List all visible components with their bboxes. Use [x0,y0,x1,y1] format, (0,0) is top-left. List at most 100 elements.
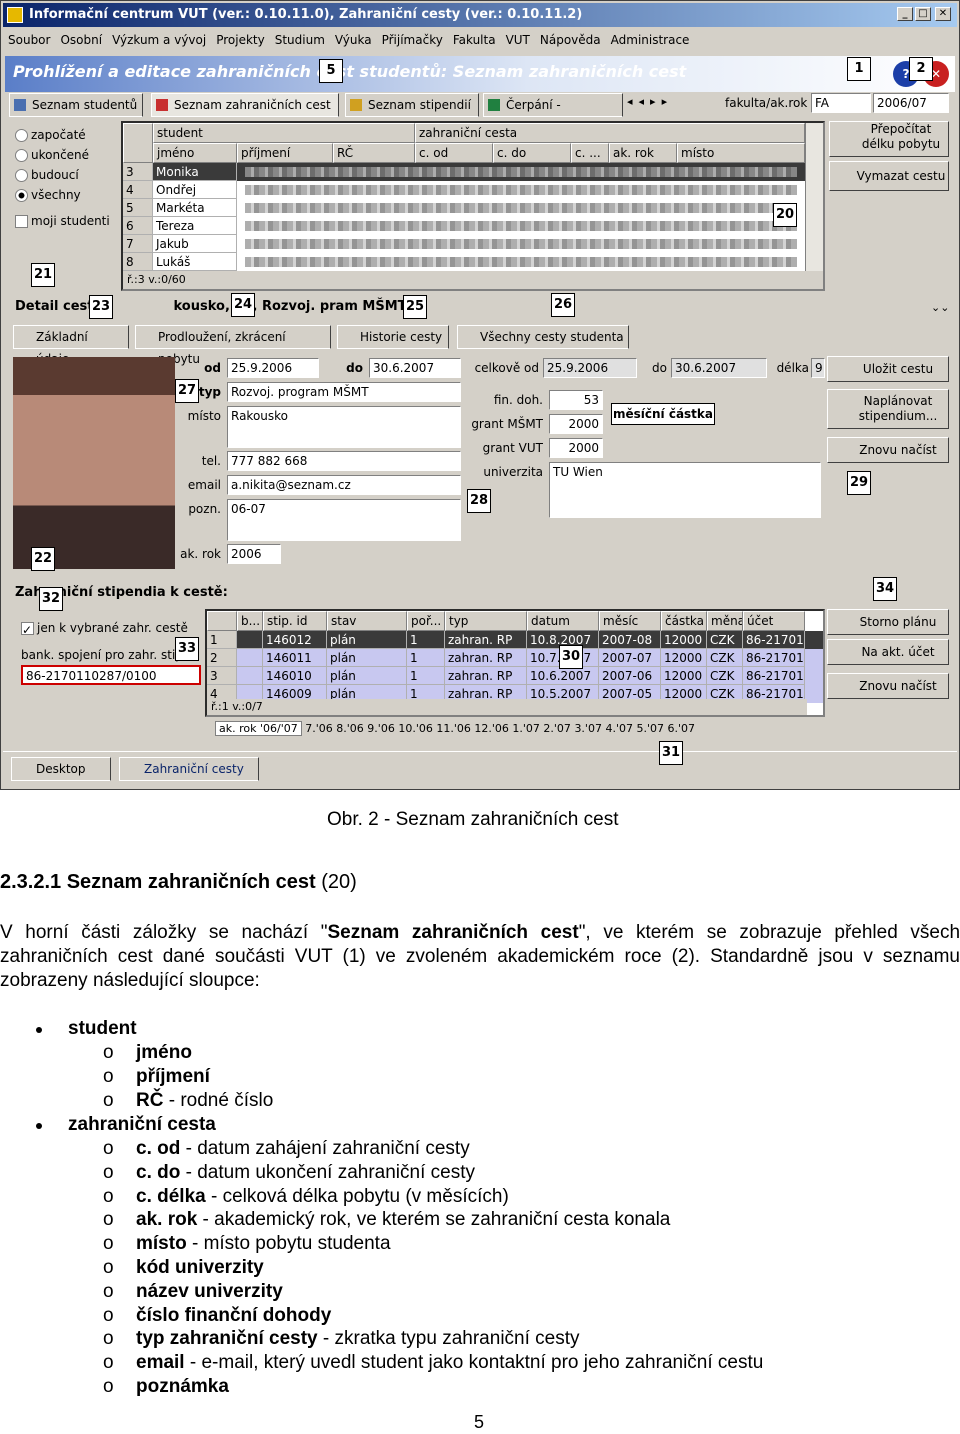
bank-label: bank. spojení pro zahr. stipe [21,648,191,662]
menu-item[interactable]: Fakulta [453,33,496,47]
reload-button[interactable]: Znovu načíst [827,437,949,463]
callout: 2 [909,57,933,81]
col-rc[interactable]: RČ [333,143,415,163]
current-account-button[interactable]: Na akt. účet [827,639,949,665]
bank-field[interactable]: 86-2170110287/0100 [21,665,201,685]
menu-item[interactable]: Osobní [60,33,102,47]
window-title: Informační centrum VUT (ver.: 0.10.11.0)… [3,3,957,27]
col-od[interactable]: c. od [415,143,493,163]
tab-students[interactable]: Seznam studentů [9,93,143,117]
trips-icon [156,99,168,111]
table-row[interactable]: 1 146012 plán 1 zahran. RP 10.8.2007 2007-08 12… [207,631,823,649]
scope-label: fakulta/ak.rok [725,96,808,110]
detail-tab-extension[interactable]: Prodloužení, zkrácení pobytu [135,325,331,366]
trips-rows: 3 Monika 4 Ondřej 5 Markéta 6 Tereza 7 Jakub … [123,163,805,271]
reload-stip-button[interactable]: Znovu načíst [827,673,949,699]
menu-item[interactable]: VUT [506,33,530,47]
plan-scholarship-button[interactable]: Naplánovat stipendium... [827,389,949,429]
col-length[interactable]: c. ... [571,143,609,163]
only-trip-checkbox[interactable]: ✓ jen k vybrané zahr. cestě [21,621,188,637]
filter-all[interactable]: všechny [15,185,110,205]
phone-field[interactable]: 777 882 668 [227,451,461,471]
collapse-icon[interactable]: ⌄⌄ [931,301,949,314]
my-students-checkbox[interactable]: moji studenti [15,211,110,231]
maximize-button[interactable]: □ [915,7,931,21]
filter-finished[interactable]: ukončené [15,145,110,165]
students-icon [14,99,26,111]
col-do[interactable]: c. do [493,143,571,163]
detail-header: Detail cestkousko, 53, Rozvoj. pram MŠMT [15,299,407,314]
menu-item[interactable]: Nápověda [540,33,601,47]
grant-vut-field[interactable]: 2000 [549,438,603,458]
monthly-amount-tooltip: měsíční částka [611,403,715,425]
col-surname[interactable]: příjmení [237,143,333,163]
callout: 31 [659,741,683,765]
type-select[interactable]: Rozvoj. program MŠMT [227,382,461,402]
close-button[interactable]: ✕ [935,7,951,21]
menu-item[interactable]: Administrace [611,33,690,47]
tab-scholarships[interactable]: Seznam stipendií [345,93,479,117]
grid-scrollbar[interactable] [805,123,823,271]
callout: 24 [231,293,255,317]
year-select[interactable]: 2006/07 [873,93,949,113]
table-row[interactable]: 3 146010 plán 1 zahran. RP 10.6.2007 2007-06 12… [207,667,823,685]
app-icon [7,7,23,23]
faculty-select[interactable]: FA [811,93,871,113]
paragraph: V horní části záložky se nachází "Seznam… [0,922,960,991]
screenshot: Informační centrum VUT (ver.: 0.10.11.0)… [0,0,960,790]
menu-item[interactable]: Přijímačky [382,33,443,47]
table-row[interactable]: 4 Ondřej [123,181,805,199]
table-row[interactable]: 5 Markéta [123,199,805,217]
taskbar-desktop[interactable]: Desktop [11,757,111,781]
recalc-button[interactable]: Přepočítat délku pobytu [829,121,949,157]
col-name[interactable]: jméno [153,143,237,163]
menu-item[interactable]: Výuka [335,33,372,47]
detail-tab-history[interactable]: Historie cesty [337,325,449,349]
grant-msmt-field[interactable]: 2000 [549,414,603,434]
do-field[interactable]: 30.6.2007 [369,358,461,378]
total-do-field: 30.6.2007 [671,358,767,378]
callout: 21 [31,263,55,287]
filter-future[interactable]: budoucí [15,165,110,185]
cancel-plan-button[interactable]: Storno plánu [827,609,949,635]
taskbar-trips[interactable]: Zahraniční cesty [119,757,259,781]
tab-statistics[interactable]: Čerpání - statistika [483,93,623,134]
callout: 28 [467,489,491,513]
table-row[interactable]: 8 Lukáš [123,253,805,271]
agreement-field[interactable]: 53 [549,390,603,410]
length-field: 9 [811,358,825,378]
menu-item[interactable]: Soubor [8,33,50,47]
col-place[interactable]: místo [677,143,805,163]
table-row[interactable]: 3 Monika [123,163,805,181]
grid-status: ř.:3 v.:0/60 [123,271,823,289]
menu-item[interactable]: Výzkum a vývoj [112,33,206,47]
table-row[interactable]: 2146011plán1zahran. RP10.7.20072007-0712… [207,649,823,667]
note-field[interactable]: 06-07 [227,499,461,541]
filter-started[interactable]: započaté [15,125,110,145]
menu-item[interactable]: Studium [275,33,325,47]
menu-item[interactable]: Projekty [216,33,265,47]
menu-bar: Soubor Osobní Výzkum a vývoj Projekty Studiu… [3,29,957,51]
place-field[interactable]: Rakousko [227,406,461,448]
callout: 23 [89,295,113,319]
detail-tab-basic[interactable]: Základní údaje [13,325,129,366]
tab-trips[interactable]: Seznam zahraničních cest [151,93,339,117]
callout: 30 [559,645,583,669]
page-banner: Prohlížení a editace zahraničních cest s… [5,56,955,92]
table-row[interactable]: 6 Tereza [123,217,805,235]
table-row[interactable]: 7 Jakub [123,235,805,253]
page-number: 5 [474,1412,485,1432]
email-field[interactable]: a.nikita@seznam.cz [227,475,461,495]
delete-trip-button[interactable]: Vymazat cestu [829,161,949,191]
university-field[interactable]: TU Wien [549,462,821,518]
stip-rows: 1 146012 plán 1 zahran. RP 10.8.2007 2007-08 12… [207,631,823,703]
callout: 20 [773,203,797,227]
nav-arrows[interactable]: ◂◂▸▸ [627,95,717,115]
save-trip-button[interactable]: Uložit cestu [827,356,949,382]
callout: 5 [319,59,343,83]
col-year[interactable]: ak. rok [609,143,677,163]
year-stepper[interactable]: 2006 [227,544,281,564]
detail-tab-all-trips[interactable]: Všechny cesty studenta [457,325,629,349]
minimize-button[interactable]: _ [897,7,913,21]
od-field[interactable]: 25.9.2006 [227,358,319,378]
